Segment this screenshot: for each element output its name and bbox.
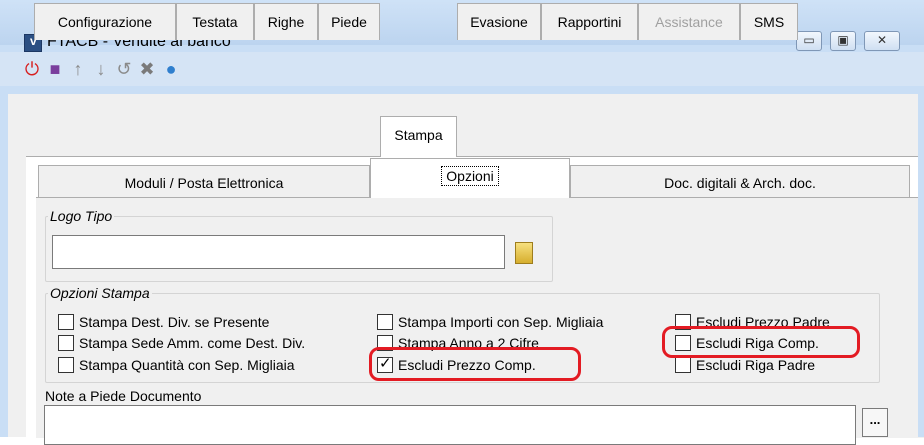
save-icon[interactable]: ■ (45, 59, 65, 79)
logo-legend: Logo Tipo (50, 208, 113, 224)
minimize-button[interactable]: ▭ (796, 31, 822, 51)
undo-icon[interactable]: ↺ (114, 59, 134, 79)
tab-testata[interactable]: Testata (176, 3, 254, 40)
print-options-legend: Opzioni Stampa (50, 285, 150, 301)
subtab-label: Opzioni (441, 166, 499, 186)
checkbox-label: Escludi Riga Padre (696, 357, 816, 373)
checkbox-box[interactable] (58, 335, 74, 352)
checkbox-label: Stampa Sede Amm. come Dest. Div. (79, 335, 306, 351)
notes-label: Note a Piede Documento (45, 388, 202, 404)
tab-label: Rapportini (557, 14, 622, 30)
checkbox-stampa-importi[interactable]: Stampa Importi con Sep. Migliaia (377, 312, 603, 332)
maximize-icon: ▣ (837, 33, 849, 47)
globe-icon[interactable]: ● (161, 59, 181, 79)
tab-label: Testata (192, 14, 238, 30)
tab-stampa[interactable]: Stampa (380, 116, 457, 157)
tab-label: Stampa (394, 127, 443, 143)
delete-icon[interactable]: ✖ (137, 59, 157, 79)
folder-icon (515, 242, 533, 264)
subtab-label: Doc. digitali & Arch. doc. (664, 175, 816, 191)
checkbox-label: Stampa Importi con Sep. Migliaia (398, 314, 604, 330)
power-icon[interactable]: ⏻ (22, 59, 42, 79)
tab-label: Piede (331, 14, 367, 30)
tab-label: Assistance (655, 14, 723, 30)
arrow-down-icon[interactable]: ↓ (91, 59, 111, 79)
tab-label: Configurazione (57, 14, 153, 30)
subtab-opzioni[interactable]: Opzioni (370, 158, 570, 198)
subtab-moduli-posta[interactable]: Moduli / Posta Elettronica (38, 165, 370, 198)
tab-label: Righe (267, 14, 305, 30)
subtab-label: Moduli / Posta Elettronica (124, 175, 284, 191)
checkbox-box[interactable] (58, 314, 74, 331)
minimize-icon: ▭ (803, 33, 815, 47)
browse-folder-button[interactable] (509, 238, 539, 268)
checkbox-stampa-quantita[interactable]: Stampa Quantità con Sep. Migliaia (58, 355, 295, 375)
checkbox-box[interactable] (58, 357, 74, 374)
subtab-doc-digitali[interactable]: Doc. digitali & Arch. doc. (570, 165, 910, 198)
tab-evasione[interactable]: Evasione (457, 3, 541, 40)
tab-label: Evasione (470, 14, 528, 30)
arrow-up-icon[interactable]: ↑ (68, 59, 88, 79)
checkbox-stampa-dest-div[interactable]: Stampa Dest. Div. se Presente (58, 312, 269, 332)
window-right-border (918, 94, 924, 437)
tab-assistance: Assistance (638, 3, 740, 40)
tab-label: SMS (753, 14, 785, 30)
checkbox-escludi-riga-padre[interactable]: Escludi Riga Padre (675, 355, 815, 375)
maximize-button[interactable]: ▣ (830, 31, 856, 51)
checkbox-label: Stampa Dest. Div. se Presente (79, 314, 270, 330)
checkbox-box[interactable] (675, 357, 691, 374)
logo-path-input[interactable] (52, 235, 505, 269)
tab-configurazione[interactable]: Configurazione (34, 3, 176, 40)
notes-browse-button[interactable]: ... (862, 408, 888, 437)
tab-righe[interactable]: Righe (254, 3, 318, 40)
close-button[interactable]: ✕ (864, 31, 900, 51)
tab-piede[interactable]: Piede (318, 3, 380, 40)
tab-sms[interactable]: SMS (740, 3, 798, 40)
notes-input[interactable] (44, 405, 856, 445)
highlight-escludi-riga-comp (662, 326, 860, 358)
highlight-escludi-prezzo-comp (369, 347, 581, 381)
tab-rapportini[interactable]: Rapportini (541, 3, 638, 40)
checkbox-stampa-sede-amm[interactable]: Stampa Sede Amm. come Dest. Div. (58, 333, 305, 353)
checkbox-label: Stampa Quantità con Sep. Migliaia (79, 357, 295, 373)
close-icon: ✕ (876, 33, 888, 47)
checkbox-box[interactable] (377, 314, 393, 331)
